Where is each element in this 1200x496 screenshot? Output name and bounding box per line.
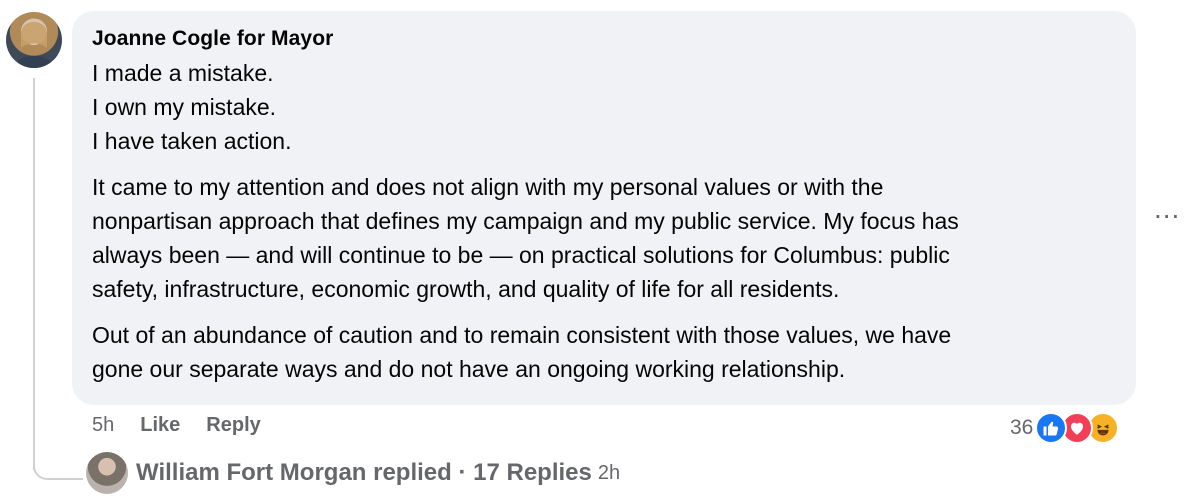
comment-author[interactable]: Joanne Cogle for Mayor xyxy=(92,27,333,51)
comment-line: always been — and will continue to be — … xyxy=(92,242,950,268)
comment-line: I have taken action. xyxy=(92,128,292,154)
comment-actions: 5h Like Reply xyxy=(92,414,261,437)
person-avatar-icon xyxy=(14,22,54,68)
reply-avatar xyxy=(86,452,128,494)
thread-line xyxy=(33,78,35,470)
reaction-summary[interactable]: 36 xyxy=(1010,411,1120,445)
more-options-icon[interactable]: ... xyxy=(1154,193,1180,225)
like-button[interactable]: Like xyxy=(140,414,180,437)
author-avatar[interactable] xyxy=(6,12,62,68)
like-icon xyxy=(1035,412,1068,444)
reply-summary-link[interactable]: William Fort Morgan replied · 17 Replies… xyxy=(86,452,620,494)
comment-paragraph: It came to my attention and does not ali… xyxy=(92,170,1102,306)
comment-line: I own my mistake. xyxy=(92,94,277,120)
comment-line: nonpartisan approach that defines my cam… xyxy=(92,208,959,234)
comment-thread: Joanne Cogle for Mayor I made a mistake.… xyxy=(0,0,1200,496)
reply-button[interactable]: Reply xyxy=(206,414,260,437)
comment-line: I made a mistake. xyxy=(92,60,274,86)
reply-summary-time: 2h xyxy=(597,461,621,484)
reaction-count: 36 xyxy=(1010,416,1034,439)
comment-time[interactable]: 5h xyxy=(92,414,114,437)
comment-line: It came to my attention and does not ali… xyxy=(92,174,884,200)
reply-summary-text[interactable]: William Fort Morgan replied · 17 Replies xyxy=(136,459,592,487)
comment-line: Out of an abundance of caution and to re… xyxy=(92,322,952,348)
thread-connector xyxy=(33,448,83,480)
comment-body: I made a mistake. I own my mistake. I ha… xyxy=(92,56,1102,386)
comment-line: gone our separate ways and do not have a… xyxy=(92,356,846,382)
comment-line: safety, infrastructure, economic growth,… xyxy=(92,276,840,302)
comment-paragraph: Out of an abundance of caution and to re… xyxy=(92,318,1102,386)
